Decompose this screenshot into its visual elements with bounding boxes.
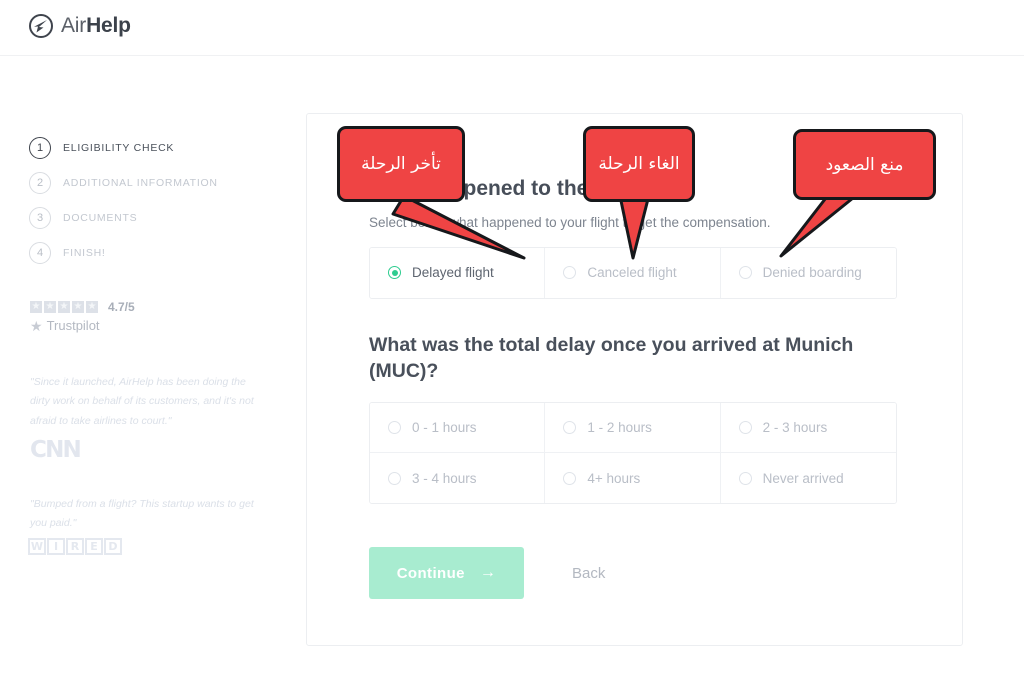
option-label: 1 - 2 hours — [587, 420, 652, 436]
radio-icon[interactable] — [563, 421, 577, 435]
star-icon — [58, 301, 70, 313]
option-label: Never arrived — [762, 470, 844, 486]
radio-icon[interactable] — [563, 266, 577, 280]
star-icon — [72, 301, 84, 313]
trustpilot-brand: ★ Trustpilot — [30, 318, 270, 333]
radio-icon[interactable] — [738, 471, 752, 485]
continue-button[interactable]: Continue → — [369, 547, 524, 600]
option-label: 3 - 4 hours — [412, 470, 477, 486]
option-1-2-hours[interactable]: 1 - 2 hours — [545, 403, 721, 454]
continue-label: Continue — [396, 564, 465, 582]
step-number: 4 — [29, 241, 51, 264]
option-label: 2 - 3 hours — [762, 420, 828, 436]
radio-icon[interactable] — [563, 471, 577, 485]
step-number: 1 — [29, 136, 51, 159]
wired-logo: W I R E D — [28, 538, 122, 555]
option-delayed-flight[interactable]: Delayed flight — [370, 247, 546, 298]
wired-letter: W — [28, 538, 46, 555]
sidebar-step-additional-information[interactable]: 2 ADDITIONAL INFORMATION — [29, 165, 279, 200]
delay-duration-options: 0 - 1 hours 1 - 2 hours 2 - 3 hours 3 - … — [369, 402, 897, 505]
option-2-3-hours[interactable]: 2 - 3 hours — [720, 403, 896, 454]
logo-air: Air — [61, 14, 87, 37]
delay-question-title: What was the total delay once you arrive… — [369, 333, 854, 382]
trustpilot-stars: 4.7/5 — [30, 300, 270, 314]
option-label: 4+ hours — [587, 470, 641, 486]
sidebar-step-finish[interactable]: 4 FINISH! — [29, 235, 279, 270]
option-label: Delayed flight — [412, 265, 494, 281]
radio-icon[interactable] — [738, 266, 752, 280]
back-button[interactable]: Back — [572, 565, 605, 582]
radio-icon[interactable] — [388, 421, 401, 435]
claim-form-card: What happened to the flight? Select belo… — [306, 113, 963, 646]
trustpilot-score: 4.7/5 — [108, 300, 135, 314]
radio-icon[interactable] — [738, 421, 752, 435]
step-number: 3 — [29, 206, 51, 229]
wired-letter: E — [85, 538, 103, 555]
option-canceled-flight[interactable]: Canceled flight — [545, 247, 721, 298]
press-quote-cnn: "Since it launched, AirHelp has been doi… — [30, 376, 254, 427]
press-quote-wired: "Bumped from a flight? This startup want… — [30, 498, 254, 530]
progress-steps: 1 ELIGIBILITY CHECK 2 ADDITIONAL INFORMA… — [29, 130, 279, 270]
step-label: ELIGIBILITY CHECK — [63, 141, 175, 154]
sidebar: 1 ELIGIBILITY CHECK 2 ADDITIONAL INFORMA… — [0, 56, 300, 685]
step-label: DOCUMENTS — [63, 211, 138, 224]
option-denied-boarding[interactable]: Denied boarding — [720, 247, 896, 298]
option-label: Canceled flight — [587, 265, 677, 281]
arrow-right-icon: → — [479, 564, 497, 582]
star-icon — [30, 301, 42, 313]
option-3-4-hours[interactable]: 3 - 4 hours — [370, 453, 546, 504]
form-actions: Continue → Back — [369, 547, 897, 600]
step-label: ADDITIONAL INFORMATION — [63, 176, 218, 189]
trustpilot-widget[interactable]: 4.7/5 ★ Trustpilot — [30, 300, 270, 333]
radio-icon[interactable] — [388, 471, 401, 485]
logo-wordmark: AirHelp — [61, 14, 131, 38]
page-title: What happened to the flight? — [369, 177, 659, 200]
trustpilot-label: Trustpilot — [46, 318, 100, 333]
cnn-logo: CNN — [30, 437, 82, 463]
app-header: AirHelp — [0, 0, 1024, 56]
wired-letter: D — [104, 538, 122, 555]
airhelp-logo[interactable]: AirHelp — [28, 13, 131, 39]
step-label: FINISH! — [63, 246, 106, 259]
option-0-1-hours[interactable]: 0 - 1 hours — [370, 403, 546, 454]
wired-letter: I — [47, 538, 65, 555]
option-label: 0 - 1 hours — [412, 420, 477, 436]
claim-form-content: What happened to the flight? Select belo… — [369, 176, 897, 600]
trustpilot-star-icon: ★ — [30, 317, 43, 334]
flight-issue-options: Delayed flight Canceled flight Denied bo… — [369, 246, 897, 299]
option-4-plus-hours[interactable]: 4+ hours — [545, 453, 721, 504]
step-number: 2 — [29, 171, 51, 194]
sidebar-step-documents[interactable]: 3 DOCUMENTS — [29, 200, 279, 235]
star-icon — [44, 301, 56, 313]
logo-help: Help — [86, 14, 131, 37]
star-icon — [86, 301, 98, 313]
airhelp-circle-icon — [28, 13, 54, 39]
page-subtitle: Select below what happened to your fligh… — [369, 214, 771, 230]
sidebar-step-eligibility-check[interactable]: 1 ELIGIBILITY CHECK — [29, 130, 279, 165]
wired-letter: R — [66, 538, 84, 555]
page-root: AirHelp 1 ELIGIBILITY CHECK 2 ADDITIONAL… — [0, 0, 1024, 685]
option-label: Denied boarding — [762, 265, 862, 281]
option-never-arrived[interactable]: Never arrived — [720, 453, 896, 504]
radio-icon[interactable] — [388, 266, 401, 280]
